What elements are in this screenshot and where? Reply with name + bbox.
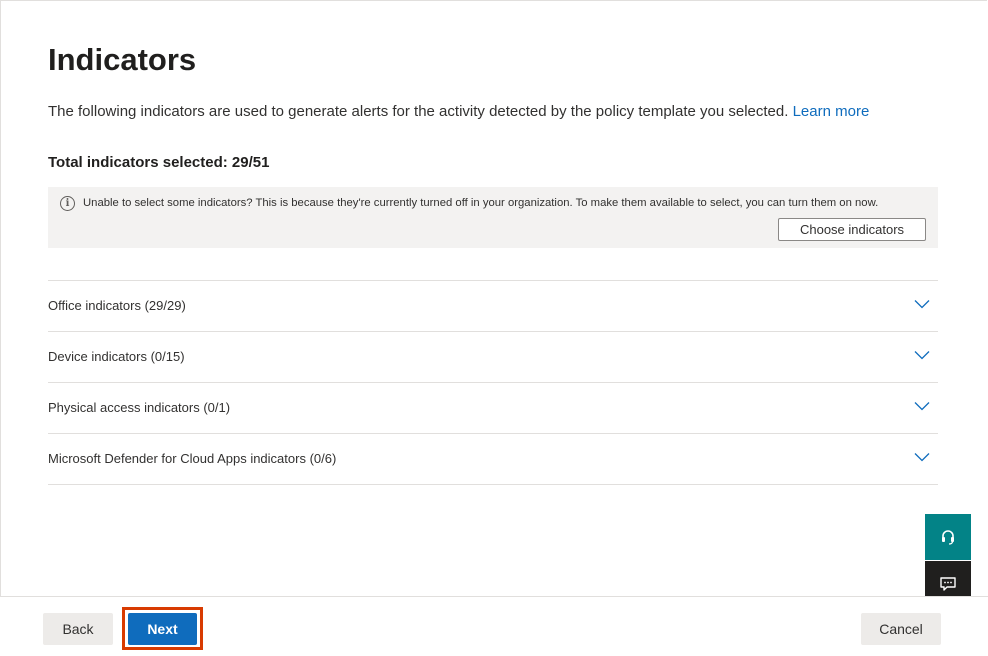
description-text: The following indicators are used to gen… <box>48 103 789 120</box>
feedback-icon <box>940 577 956 591</box>
info-message-text: Unable to select some indicators? This i… <box>83 197 879 209</box>
info-message-bar: i Unable to select some indicators? This… <box>48 187 938 248</box>
info-icon: i <box>60 196 75 211</box>
cancel-button[interactable]: Cancel <box>861 613 941 645</box>
chevron-down-icon <box>914 351 930 360</box>
support-button[interactable] <box>925 514 971 560</box>
chevron-down-icon <box>914 402 930 411</box>
accordion-item-label: Microsoft Defender for Cloud Apps indica… <box>48 451 337 466</box>
total-indicators-selected: Total indicators selected: 29/51 <box>48 154 270 171</box>
chevron-down-icon <box>914 300 930 309</box>
accordion-item-device[interactable]: Device indicators (0/15) <box>48 332 938 383</box>
next-button[interactable]: Next <box>128 613 197 645</box>
page-description: The following indicators are used to gen… <box>48 103 869 120</box>
learn-more-link[interactable]: Learn more <box>793 103 870 120</box>
accordion-item-label: Office indicators (29/29) <box>48 298 186 313</box>
wizard-footer: Back Next Cancel <box>0 596 988 656</box>
page-title: Indicators <box>48 42 197 77</box>
back-button[interactable]: Back <box>43 613 113 645</box>
choose-indicators-button[interactable]: Choose indicators <box>778 218 926 241</box>
headset-icon <box>942 530 954 545</box>
accordion-item-physical-access[interactable]: Physical access indicators (0/1) <box>48 383 938 434</box>
accordion-item-defender-cloud-apps[interactable]: Microsoft Defender for Cloud Apps indica… <box>48 434 938 485</box>
accordion-item-office[interactable]: Office indicators (29/29) <box>48 281 938 332</box>
chevron-down-icon <box>914 453 930 462</box>
indicator-accordion: Office indicators (29/29) Device indicat… <box>48 280 938 485</box>
accordion-item-label: Device indicators (0/15) <box>48 349 185 364</box>
accordion-item-label: Physical access indicators (0/1) <box>48 400 231 415</box>
